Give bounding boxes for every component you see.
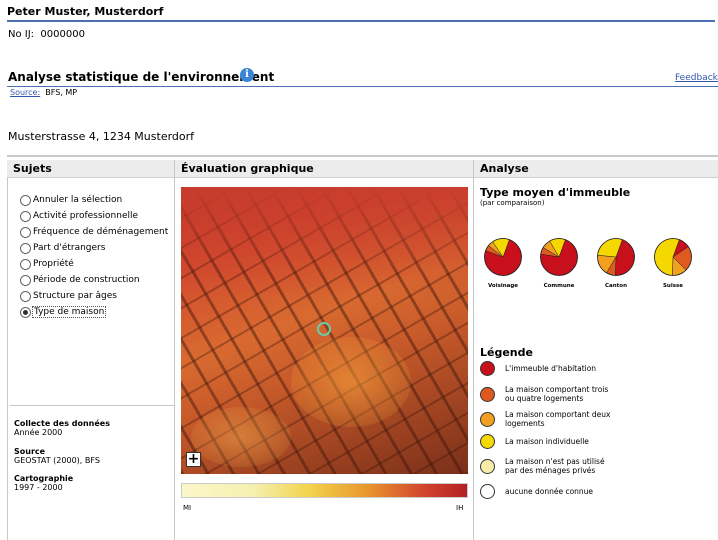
sujet-option[interactable]: Fréquence de déménagement	[20, 224, 168, 240]
sujet-option-label: Propriété	[33, 259, 74, 269]
data-source-info: Source GEOSTAT (2000), BFS	[14, 447, 100, 465]
title-divider	[7, 86, 718, 87]
column-separator	[174, 178, 175, 540]
legend-label: La maison comportant deux logements	[505, 410, 611, 428]
legend-swatch	[480, 458, 495, 474]
color-scale-bar	[181, 483, 468, 498]
legend-swatch	[480, 361, 495, 376]
address: Musterstrasse 4, 1234 Musterdorf	[8, 130, 195, 143]
radio-button[interactable]	[20, 306, 31, 318]
pie-label: Suisse	[662, 283, 684, 289]
sujet-option[interactable]: Propriété	[20, 256, 168, 272]
sujets-divider	[10, 405, 174, 406]
legend-item: La maison n'est pas utilisé par des ménag…	[480, 457, 605, 475]
location-marker-icon	[317, 322, 331, 336]
sujet-option-label: Part d'étrangers	[33, 243, 106, 253]
legend-item: La maison comportant deux logements	[480, 410, 610, 428]
legend-swatch	[480, 386, 495, 402]
sujet-option[interactable]: Période de construction	[20, 272, 168, 288]
legend-label: La maison individuelle	[505, 437, 589, 446]
sujet-option-label: Type de maison	[31, 306, 107, 318]
radio-button[interactable]	[20, 242, 31, 254]
owner-name: Peter Muster, Musterdorf	[7, 5, 715, 22]
source-link[interactable]: Source:	[10, 88, 40, 97]
radio-button[interactable]	[20, 258, 31, 270]
analysis-subtitle: (par comparaison)	[480, 199, 545, 207]
legend-title: Légende	[480, 346, 533, 359]
section-divider	[7, 155, 718, 157]
legend-label: La maison n'est pas utilisé par des ménag…	[505, 457, 605, 475]
column-separator	[7, 178, 8, 540]
radio-button[interactable]	[20, 290, 31, 302]
analysis-title: Type moyen d'immeuble	[480, 186, 631, 199]
cartography-info: Cartographie 1997 - 2000	[14, 474, 74, 492]
legend-label: L'immeuble d'habitation	[505, 364, 597, 373]
ij-number: No IJ: 0000000	[8, 29, 85, 40]
scale-max-label: IH	[456, 504, 464, 512]
legend-label: La maison comportant trois ou quatre loge…	[505, 385, 609, 403]
column-header-analyse: Analyse	[473, 160, 718, 178]
sujet-option-label: Activité professionnelle	[33, 211, 139, 221]
legend-swatch	[480, 411, 495, 427]
radio-button[interactable]	[20, 226, 31, 238]
sujets-list: Annuler la sélection Activité professionn…	[20, 192, 168, 320]
sujet-option[interactable]: Annuler la sélection	[20, 192, 168, 208]
pie-label: Voisinage	[487, 283, 519, 289]
pie-chart: Commune	[537, 237, 581, 289]
legend-item: La maison comportant trois ou quatre loge…	[480, 385, 608, 403]
pie-label: Commune	[543, 283, 575, 289]
sujet-option[interactable]: Part d'étrangers	[20, 240, 168, 256]
sujet-option-label: Structure par âges	[33, 291, 117, 301]
page-title: Analyse statistique de l'environnement	[8, 70, 275, 84]
sujet-option-label: Fréquence de déménagement	[33, 227, 169, 237]
column-header-sujets: Sujets	[7, 160, 174, 178]
radio-button[interactable]	[20, 274, 31, 286]
legend-swatch	[480, 484, 495, 499]
column-header-evaluation: Évaluation graphique	[174, 160, 473, 178]
sujet-option[interactable]: Type de maison	[20, 304, 168, 320]
source-line: Source: BFS, MP	[10, 88, 78, 97]
pie-chart: Canton	[594, 237, 638, 289]
info-icon[interactable]: i	[240, 68, 254, 82]
sujet-option[interactable]: Structure par âges	[20, 288, 168, 304]
radio-button[interactable]	[20, 210, 31, 222]
pie-chart: Voisinage	[481, 237, 525, 289]
legend-item: L'immeuble d'habitation	[480, 361, 596, 376]
sujet-option-label: Annuler la sélection	[33, 195, 123, 205]
sujet-option[interactable]: Activité professionnelle	[20, 208, 168, 224]
legend-label: aucune donnée connue	[505, 487, 594, 496]
legend-swatch	[480, 434, 495, 449]
pie-chart: Suisse	[651, 237, 695, 289]
legend-item: aucune donnée connue	[480, 484, 593, 499]
zoom-in-button[interactable]: +	[186, 452, 201, 467]
feedback-link[interactable]: Feedback	[675, 73, 718, 83]
pie-label: Canton	[605, 283, 627, 289]
legend-item: La maison individuelle	[480, 434, 589, 449]
radio-button[interactable]	[20, 194, 31, 206]
scale-min-label: MI	[183, 504, 192, 512]
sujet-option-label: Période de construction	[33, 275, 140, 285]
column-separator	[473, 178, 474, 540]
data-collection-info: Collecte des données Année 2000	[14, 419, 110, 437]
